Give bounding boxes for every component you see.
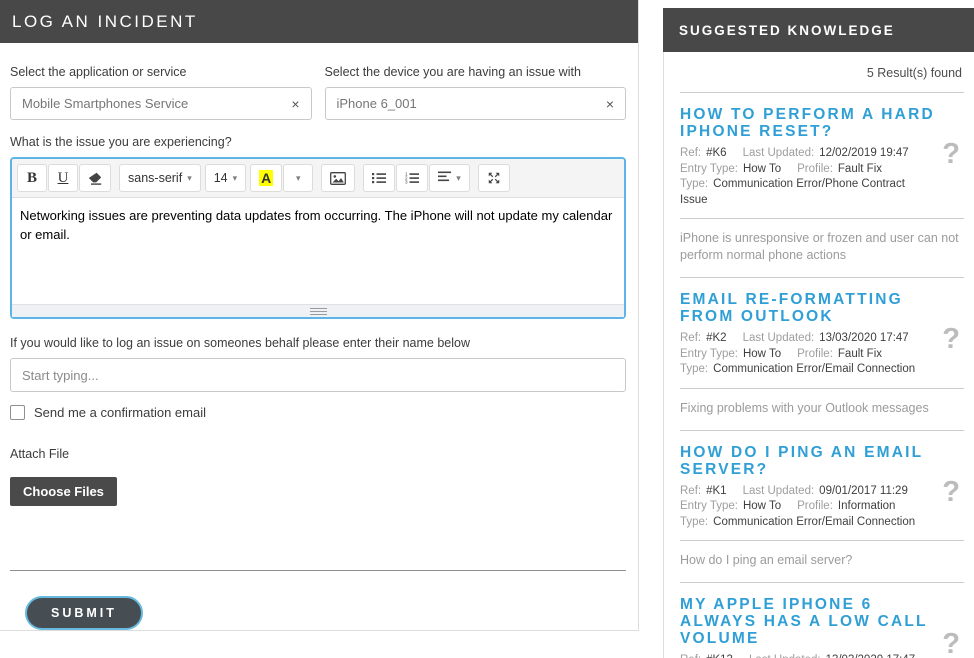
submit-button[interactable]: SUBMIT [25, 596, 143, 630]
question-mark-icon[interactable]: ? [942, 140, 960, 169]
article-description: How do I ping an email server? [680, 541, 964, 582]
font-color-button[interactable]: A [250, 164, 282, 192]
issue-text-area[interactable]: Networking issues are preventing data up… [12, 198, 624, 304]
confirmation-email-checkbox[interactable] [10, 405, 25, 420]
image-icon [330, 172, 346, 185]
device-select[interactable]: iPhone 6_001 × [325, 87, 627, 120]
form-divider [10, 570, 626, 571]
font-size-dropdown[interactable]: 14 ▾ [205, 164, 246, 192]
service-select-value: Mobile Smartphones Service [22, 96, 188, 111]
article-title-link[interactable]: HOW DO I PING AN EMAIL SERVER? [680, 444, 964, 478]
behalf-name-input[interactable] [10, 358, 626, 392]
font-family-dropdown[interactable]: sans-serif ▾ [119, 164, 201, 192]
question-mark-icon[interactable]: ? [942, 478, 960, 507]
clear-icon[interactable]: × [291, 97, 299, 111]
device-select-value: iPhone 6_001 [337, 96, 417, 111]
article-last-updated: 13/03/2020 17:47 [826, 654, 916, 658]
font-color-icon: A [259, 170, 273, 186]
article-ref: #K2 [706, 332, 726, 344]
issue-field-label: What is the issue you are experiencing? [10, 135, 626, 149]
article-last-updated: 12/02/2019 19:47 [819, 147, 909, 159]
article-last-updated: 09/01/2017 11:29 [819, 485, 908, 497]
chevron-down-icon: ▾ [456, 173, 461, 184]
article-meta: Ref:#K1 Last Updated:09/01/2017 11:29 En… [680, 484, 964, 531]
article-ref: #K6 [706, 147, 726, 159]
attach-file-label: Attach File [10, 447, 626, 461]
article-type: Communication Error/Email Connection [713, 363, 915, 375]
article-entry-type: How To [743, 163, 781, 175]
service-field-label: Select the application or service [10, 65, 312, 79]
article-ref: #K13 [706, 654, 733, 658]
editor-toolbar: B U sans-serif ▾ 14 ▾ [12, 159, 624, 198]
article-title-link[interactable]: MY APPLE IPHONE 6 ALWAYS HAS A LOW CALL … [680, 596, 964, 647]
article-meta: Ref:#K13 Last Updated:13/03/2020 17:47 E… [680, 653, 964, 658]
font-color-dropdown[interactable]: ▾ [283, 164, 313, 192]
issue-rich-text-editor: B U sans-serif ▾ 14 ▾ [10, 157, 626, 319]
chevron-down-icon: ▾ [233, 173, 238, 184]
results-count: 5 Result(s) found [680, 52, 964, 92]
knowledge-article: MY APPLE IPHONE 6 ALWAYS HAS A LOW CALL … [680, 583, 964, 658]
align-icon [438, 171, 451, 185]
clear-icon[interactable]: × [606, 97, 614, 111]
chevron-down-icon: ▾ [187, 173, 192, 184]
choose-files-button[interactable]: Choose Files [10, 477, 117, 506]
paragraph-align-dropdown[interactable]: ▾ [429, 164, 470, 192]
article-type: Communication Error/Email Connection [713, 516, 915, 528]
service-select[interactable]: Mobile Smartphones Service × [10, 87, 312, 120]
panel-title: SUGGESTED KNOWLEDGE [663, 8, 974, 52]
article-title-link[interactable]: EMAIL RE-FORMATTING FROM OUTLOOK [680, 291, 964, 325]
chevron-down-icon: ▾ [296, 173, 301, 184]
log-incident-panel: LOG AN INCIDENT Select the application o… [0, 0, 639, 631]
confirmation-email-label: Send me a confirmation email [34, 405, 206, 420]
device-field-label: Select the device you are having an issu… [325, 65, 627, 79]
article-ref: #K1 [706, 485, 726, 497]
fullscreen-button[interactable] [478, 164, 510, 192]
numbered-list-icon: 123 [405, 172, 419, 184]
font-size-value: 14 [214, 171, 228, 185]
article-entry-type: How To [743, 500, 781, 512]
question-mark-icon[interactable]: ? [942, 325, 960, 354]
knowledge-article: EMAIL RE-FORMATTING FROM OUTLOOK Ref:#K2… [680, 278, 964, 431]
font-family-value: sans-serif [128, 171, 182, 185]
behalf-field-label: If you would like to log an issue on som… [10, 336, 626, 350]
knowledge-article: HOW TO PERFORM A HARD IPHONE RESET? Ref:… [680, 93, 964, 278]
article-description: iPhone is unresponsive or frozen and use… [680, 219, 964, 277]
expand-arrows-icon [487, 171, 501, 185]
svg-text:3: 3 [405, 180, 408, 184]
clear-formatting-button[interactable] [79, 164, 111, 192]
article-profile: Information [838, 500, 896, 512]
question-mark-icon[interactable]: ? [942, 630, 960, 658]
article-profile: Fault Fix [838, 348, 882, 360]
underline-button[interactable]: U [48, 164, 78, 192]
article-meta: Ref:#K6 Last Updated:12/02/2019 19:47 En… [680, 146, 964, 208]
knowledge-article: HOW DO I PING AN EMAIL SERVER? Ref:#K1 L… [680, 431, 964, 584]
article-description: Fixing problems with your Outlook messag… [680, 389, 964, 430]
unordered-list-button[interactable] [363, 164, 395, 192]
editor-resize-handle[interactable] [12, 304, 624, 317]
panel-title: LOG AN INCIDENT [0, 0, 638, 43]
bold-button[interactable]: B [17, 164, 47, 192]
ordered-list-button[interactable]: 123 [396, 164, 428, 192]
article-title-link[interactable]: HOW TO PERFORM A HARD IPHONE RESET? [680, 106, 964, 140]
article-profile: Fault Fix [838, 163, 882, 175]
insert-image-button[interactable] [321, 164, 355, 192]
resize-grip-icon [310, 308, 327, 315]
suggested-knowledge-panel: SUGGESTED KNOWLEDGE 5 Result(s) found HO… [663, 8, 974, 658]
article-type: Communication Error/Phone Contract Issue [680, 178, 905, 206]
article-entry-type: How To [743, 348, 781, 360]
article-last-updated: 13/03/2020 17:47 [819, 332, 909, 344]
eraser-icon [88, 172, 102, 185]
article-meta: Ref:#K2 Last Updated:13/03/2020 17:47 En… [680, 331, 964, 378]
bullet-list-icon [372, 172, 386, 184]
